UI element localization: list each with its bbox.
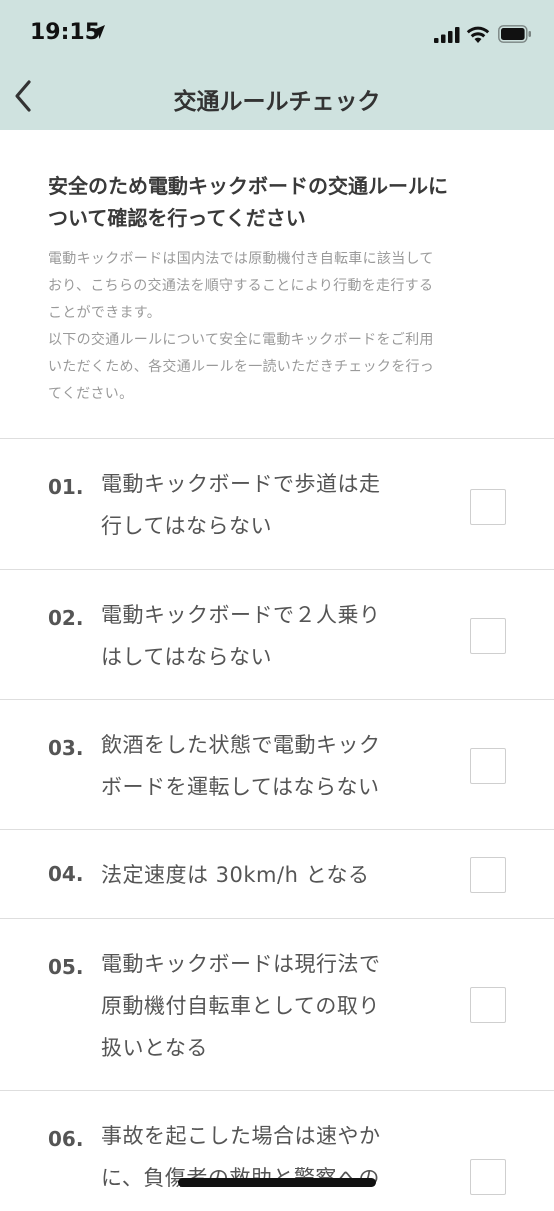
rule-text-line: 事故を起こした場合は速やか [101,1124,381,1148]
rule-checkbox[interactable] [470,987,506,1023]
cellular-signal-icon [434,27,460,43]
rule-number: 04. [48,862,84,886]
rule-text-line: 法定速度は 30km/h となる [101,863,370,887]
rule-text-line: はしてはならない [101,645,272,669]
intro-heading-line: 安全のため電動キックボードの交通ルールに [48,174,448,198]
header: 19:15 交通ルールチェック [0,0,554,130]
intro-body-line: 電動キックボードは国内法では原動機付き自転車に該当して [48,251,434,267]
rule-text-line: 原動機付自転車としての取り [101,994,380,1018]
rule-row[interactable]: 03. 飲酒をした状態で電動キック ボードを運転してはならない [0,700,554,829]
intro-section: 安全のため電動キックボードの交通ルールに ついて確認を行ってください 電動キック… [48,170,508,408]
intro-body: 電動キックボードは国内法では原動機付き自転車に該当して おり、こちらの交通法を順… [48,246,508,408]
intro-body-line: ことができます。 [48,305,161,321]
rule-text-line: 電動キックボードで２人乗り [101,603,381,627]
rule-checkbox[interactable] [470,489,506,525]
rule-text-line: 扱いとなる [101,1036,208,1060]
rule-checkbox[interactable] [470,748,506,784]
rule-text: 法定速度は 30km/h となる [101,854,421,896]
intro-body-line: てください。 [48,386,134,402]
rule-text-line: 飲酒をした状態で電動キック [101,733,381,757]
rule-row[interactable]: 04. 法定速度は 30km/h となる [0,830,554,918]
intro-body-line: おり、こちらの交通法を順守することにより行動を走行する [48,278,434,294]
rule-checkbox[interactable] [470,1159,506,1195]
intro-body-line: 以下の交通ルールについて安全に電動キックボードをご利用 [48,332,434,348]
page-title: 交通ルールチェック [173,89,381,115]
rule-text-line: 電動キックボードで歩道は走 [101,472,381,496]
rule-row[interactable]: 05. 電動キックボードは現行法で 原動機付自転車としての取り 扱いとなる [0,919,554,1090]
rule-list: 01. 電動キックボードで歩道は走 行してはならない 02. 電動キックボードで… [0,438,554,1211]
rule-number: 01. [48,475,84,499]
rule-text: 飲酒をした状態で電動キック ボードを運転してはならない [101,724,421,808]
rule-row[interactable]: 06. 事故を起こした場合は速やか に、負傷者の救助と警察への [0,1091,554,1211]
battery-icon [498,25,531,43]
home-indicator[interactable] [178,1178,376,1187]
intro-heading-line: ついて確認を行ってください [48,206,306,230]
wifi-icon [466,26,490,43]
rule-number: 05. [48,955,84,979]
rule-number: 02. [48,606,84,630]
status-bar: 19:15 [0,0,554,64]
rule-text: 電動キックボードで歩道は走 行してはならない [101,463,421,547]
rule-number: 03. [48,736,84,760]
rule-number: 06. [48,1127,84,1151]
rule-row[interactable]: 02. 電動キックボードで２人乗り はしてはならない [0,570,554,699]
rule-row[interactable]: 01. 電動キックボードで歩道は走 行してはならない [0,439,554,569]
rule-text-line: 行してはならない [101,514,272,538]
rule-checkbox[interactable] [470,857,506,893]
intro-body-line: いただくため、各交通ルールを一読いただきチェックを行っ [48,359,435,375]
rule-text: 電動キックボードは現行法で 原動機付自転車としての取り 扱いとなる [101,943,421,1069]
rule-text-line: ボードを運転してはならない [101,775,380,799]
location-arrow-icon [91,25,105,39]
intro-heading: 安全のため電動キックボードの交通ルールに ついて確認を行ってください [48,170,508,234]
rule-text: 電動キックボードで２人乗り はしてはならない [101,594,421,678]
rule-checkbox[interactable] [470,618,506,654]
rule-text-line: 電動キックボードは現行法で [101,952,381,976]
